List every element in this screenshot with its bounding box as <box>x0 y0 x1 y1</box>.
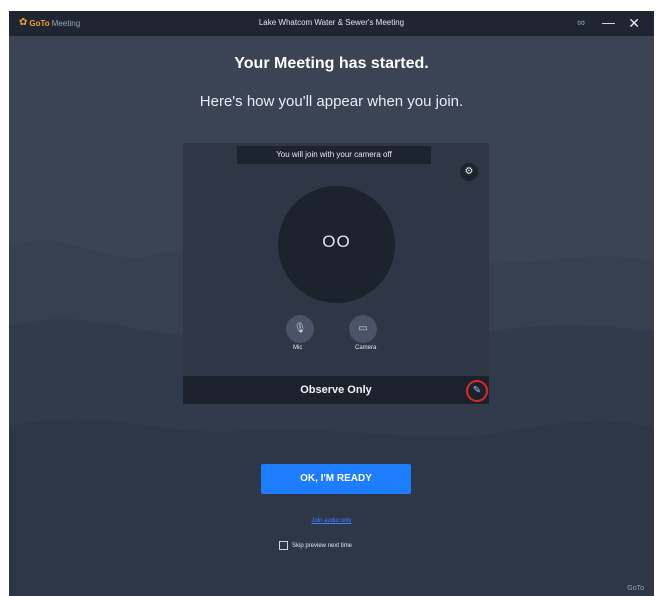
gear-icon[interactable]: ⚙ <box>460 163 478 181</box>
camera-label: Camera <box>355 345 377 351</box>
join-audio-only-link[interactable]: Join audio only <box>9 518 654 524</box>
corner-branding: GoTo <box>627 585 644 592</box>
window-title: Lake Whatcom Water & Sewer's Meeting <box>258 18 405 27</box>
ready-button[interactable]: OK, I'M READY <box>261 464 411 494</box>
mic-label: Mic <box>293 345 303 351</box>
pencil-icon: ✎ <box>472 385 482 396</box>
display-name-bar: Observe Only ✎ <box>183 376 489 404</box>
checkbox-box[interactable] <box>279 541 288 550</box>
page-subtitle: Here's how you'll appear when you join. <box>199 93 464 110</box>
skip-preview-label: Skip preview next time <box>292 542 353 549</box>
mic-toggle-button[interactable]: 🎙 <box>286 315 314 343</box>
infinity-icon[interactable]: ∞ <box>577 15 585 31</box>
close-button[interactable]: ✕ <box>628 15 640 31</box>
title-bar: ✿ GoTo Meeting Lake Whatcom Water & Sewer… <box>9 11 654 36</box>
meeting-window: ✿ GoTo Meeting Lake Whatcom Water & Sewer… <box>9 11 654 596</box>
mic-off-icon: 🎙 <box>293 323 307 334</box>
minimize-button[interactable]: — <box>602 15 615 31</box>
edit-name-button[interactable]: ✎ <box>466 380 488 402</box>
display-name: Observe Only <box>300 384 372 396</box>
camera-toggle-button[interactable]: ▭ <box>349 315 377 343</box>
page-title: Your Meeting has started. <box>234 55 429 72</box>
skip-preview-checkbox[interactable]: Skip preview next time <box>279 541 352 550</box>
avatar-initials: OO <box>322 232 351 251</box>
self-preview: You will join with your camera off ⚙ OO … <box>183 143 489 376</box>
camera-off-notice: You will join with your camera off <box>237 146 431 164</box>
avatar: OO <box>278 186 395 303</box>
camera-off-icon: ▭ <box>358 323 368 334</box>
